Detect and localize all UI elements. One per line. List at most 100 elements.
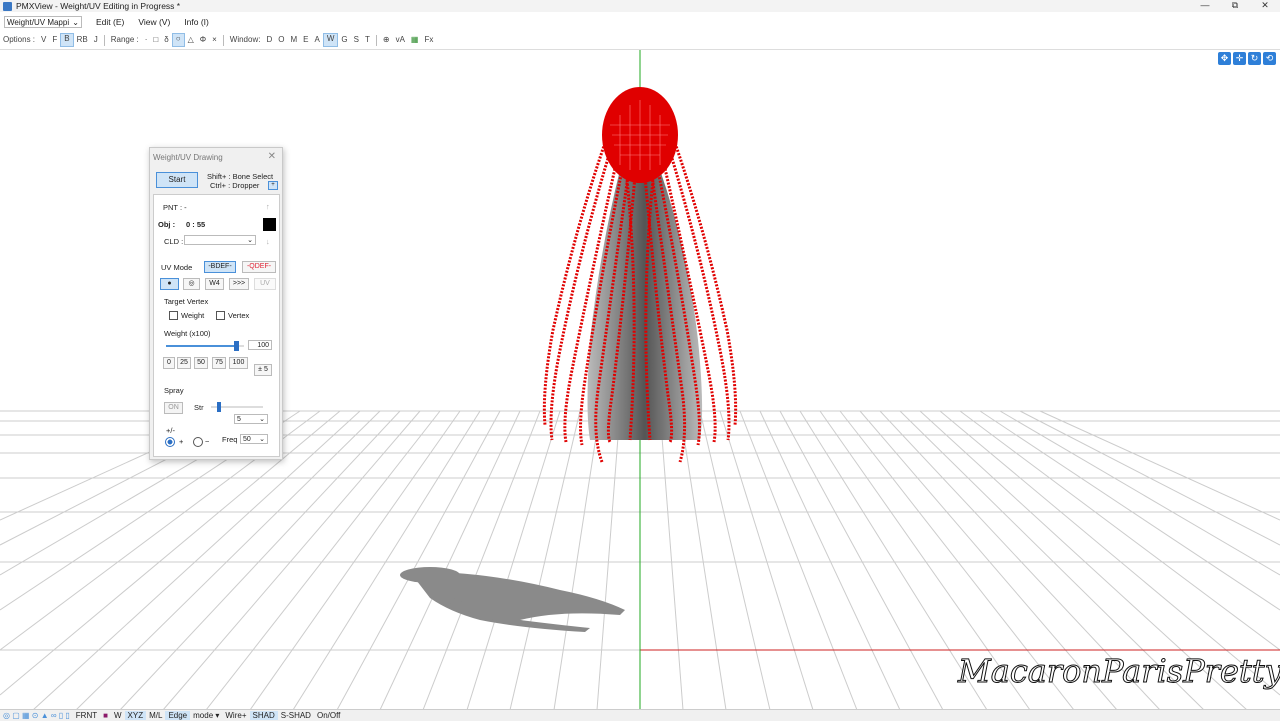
status-ml[interactable]: M/L: [146, 711, 165, 720]
spray-on-button[interactable]: ON: [164, 402, 183, 414]
window-a[interactable]: A: [312, 34, 323, 46]
preset-75[interactable]: 75: [212, 357, 226, 369]
vertex-checkbox-label: Vertex: [228, 311, 250, 320]
status-onoff[interactable]: On/Off: [314, 711, 343, 720]
range-delta[interactable]: δ: [161, 34, 171, 46]
restore-button[interactable]: ⧉: [1220, 0, 1250, 12]
window-d[interactable]: D: [263, 34, 275, 46]
window-title: PMXView - Weight/UV Editing in Progress …: [16, 1, 181, 11]
spray-label: Spray: [164, 386, 184, 395]
weight-uv-panel: Weight/UV Drawing ✕ Start Shift+ : Bone …: [149, 147, 283, 460]
reset-view-icon[interactable]: ⟲: [1263, 52, 1276, 65]
plus-minus-label: +/-: [166, 426, 175, 435]
str-slider[interactable]: [211, 402, 263, 412]
weight-input[interactable]: 100: [248, 340, 272, 350]
option-v[interactable]: V: [38, 34, 49, 46]
weight-slider[interactable]: [166, 341, 244, 351]
range-triangle[interactable]: △: [185, 34, 197, 46]
weight-slider-thumb[interactable]: [234, 341, 239, 351]
close-window-button[interactable]: ✕: [1250, 0, 1280, 12]
cld-select[interactable]: ⌄: [184, 235, 256, 245]
app-icon: [3, 1, 12, 11]
preset-50[interactable]: 50: [194, 357, 208, 369]
toolbar: Options : V F B RB J Range : · □ δ ○ △ Φ…: [0, 33, 1280, 47]
globe-icon[interactable]: ⊕: [380, 34, 393, 46]
window-g[interactable]: G: [338, 34, 350, 46]
chevron-down-icon: ⌄: [259, 436, 265, 443]
mode-select[interactable]: Weight/UV Mappi ⌄: [4, 16, 82, 28]
expand-icon[interactable]: +: [268, 181, 278, 190]
window-e[interactable]: E: [300, 34, 311, 46]
window-m[interactable]: M: [287, 34, 300, 46]
str-label: Str: [194, 403, 204, 412]
move-view-icon[interactable]: ✥: [1218, 52, 1231, 65]
down-arrow-icon[interactable]: ↓: [266, 237, 270, 246]
option-f[interactable]: F: [49, 34, 60, 46]
range-phi[interactable]: Φ: [197, 34, 209, 46]
mode-forward-button[interactable]: >>>: [229, 278, 249, 290]
vertex-checkbox[interactable]: [216, 311, 225, 320]
status-color-swatch[interactable]: ■: [100, 711, 111, 720]
grid-icon[interactable]: ▦: [408, 34, 422, 46]
qdef-button[interactable]: -QDEF-: [242, 261, 276, 273]
weight-checkbox-label: Weight: [181, 311, 205, 320]
weight-checkbox[interactable]: [169, 311, 178, 320]
menu-edit[interactable]: Edit (E): [96, 17, 124, 27]
status-mode[interactable]: mode ▾: [190, 711, 222, 720]
status-edge[interactable]: Edge: [165, 711, 191, 720]
preset-0[interactable]: 0: [163, 357, 175, 369]
up-arrow-icon[interactable]: ↑: [266, 202, 270, 211]
status-xyz[interactable]: XYZ: [124, 711, 147, 720]
menu-info[interactable]: Info (I): [184, 17, 209, 27]
pan-view-icon[interactable]: ✛: [1233, 52, 1246, 65]
preset-25[interactable]: 25: [177, 357, 191, 369]
range-cross[interactable]: ×: [209, 34, 220, 46]
hint-bone-select: Shift+ : Bone Select: [207, 172, 274, 181]
chevron-down-icon: ⌄: [247, 237, 253, 244]
chevron-down-icon: ⌄: [72, 17, 79, 27]
plus-radio[interactable]: [165, 437, 175, 447]
range-circle[interactable]: ○: [171, 33, 185, 47]
minus-radio[interactable]: [193, 437, 203, 447]
fx-button[interactable]: Fx: [421, 34, 436, 46]
status-bar: ◎ ▢ ▦ ⊙ ▲ ∞ ▯ ▯ FRNT ■ W XYZ M/L Edge mo…: [0, 709, 1280, 721]
step-button[interactable]: ± 5: [254, 364, 272, 376]
target-vertex-label: Target Vertex: [164, 297, 209, 306]
color-swatch[interactable]: [263, 218, 276, 231]
close-icon[interactable]: ✕: [268, 151, 276, 162]
mode-w4-button[interactable]: W4: [205, 278, 224, 290]
status-shad[interactable]: SHAD: [249, 711, 278, 720]
mode-ring-button[interactable]: ◎: [183, 278, 200, 290]
mode-uv-button[interactable]: UV: [254, 278, 276, 290]
range-point[interactable]: ·: [142, 34, 151, 46]
status-sshad[interactable]: S-SHAD: [278, 711, 314, 720]
window-w[interactable]: W: [322, 33, 339, 47]
cld-label: CLD :: [164, 237, 184, 246]
obj-value: 0 : 55: [186, 220, 206, 229]
str-slider-thumb[interactable]: [217, 402, 221, 412]
freq-select[interactable]: 50 ⌄: [240, 434, 268, 444]
viewport-nav-icons: ✥ ✛ ↻ ⟲: [1218, 52, 1276, 65]
window-o[interactable]: O: [275, 34, 287, 46]
str-select[interactable]: 5 ⌄: [234, 414, 268, 424]
obj-label: Obj :: [158, 220, 176, 229]
menu-view[interactable]: View (V): [138, 17, 170, 27]
status-frnt[interactable]: FRNT: [73, 711, 100, 720]
bdef-button[interactable]: -BDEF-: [204, 261, 236, 273]
start-button[interactable]: Start: [156, 172, 198, 188]
status-icons: ◎ ▢ ▦ ⊙ ▲ ∞ ▯ ▯: [3, 711, 70, 720]
option-rb[interactable]: RB: [74, 34, 91, 46]
rotate-view-icon[interactable]: ↻: [1248, 52, 1261, 65]
preset-100[interactable]: 100: [229, 357, 248, 369]
mode-dot-button[interactable]: ●: [160, 278, 179, 290]
freq-select-value: 50: [243, 436, 251, 443]
status-wire[interactable]: Wire+: [222, 711, 249, 720]
option-b[interactable]: B: [60, 33, 74, 47]
window-t[interactable]: T: [362, 34, 373, 46]
window-s[interactable]: S: [351, 34, 362, 46]
option-j[interactable]: J: [91, 34, 101, 46]
va-button[interactable]: vA: [393, 34, 408, 46]
minimize-button[interactable]: —: [1190, 0, 1220, 12]
status-w[interactable]: W: [111, 711, 125, 720]
range-box[interactable]: □: [150, 34, 161, 46]
